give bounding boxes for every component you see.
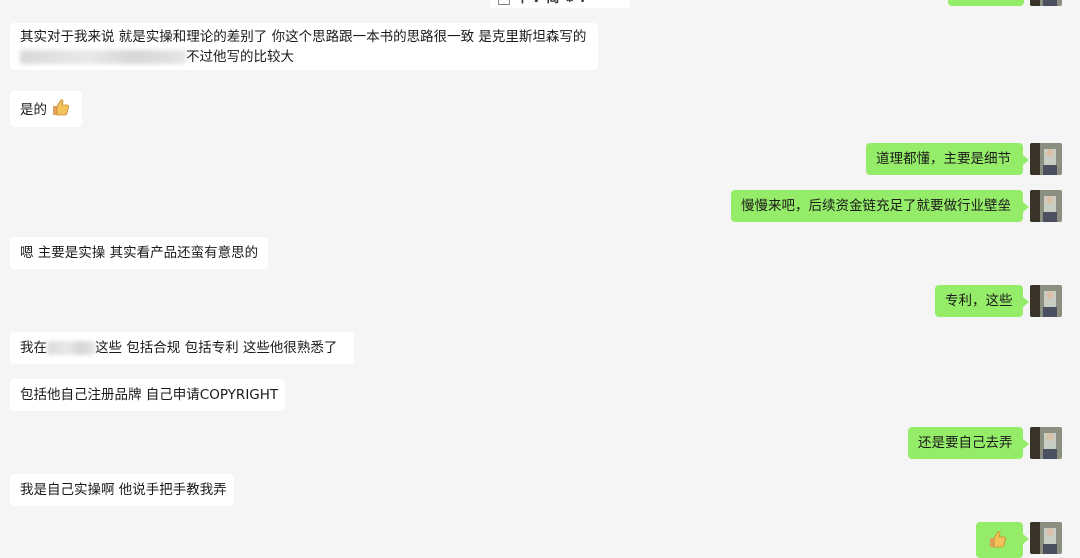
message-text: 嗯 主要是实操 其实看产品还蛮有意思的 <box>20 245 259 261</box>
outgoing-message-bubble[interactable]: 道理都懂，主要是细节 <box>866 143 1029 175</box>
redacted-text <box>47 341 95 355</box>
message-text-line2: 不过他写的比较大 <box>20 47 588 67</box>
avatar[interactable] <box>1030 285 1062 317</box>
message-text: 我是自己实操啊 他说手把手教我弄 <box>20 482 227 498</box>
incoming-message-bubble[interactable]: 是的 <box>10 91 82 127</box>
message-text: 道理都懂，主要是细节 <box>876 151 1011 167</box>
message-text-prefix: 我在 <box>20 340 47 356</box>
incoming-message-bubble[interactable]: 我是自己实操啊 他说手把手教我弄 <box>10 474 234 506</box>
message-text: 是的 <box>20 102 47 118</box>
partial-toolbar-text: 中 ♪ 简 ⚙ : <box>516 0 585 8</box>
user-avatar-icon <box>1030 427 1062 459</box>
redacted-text <box>20 50 186 64</box>
keyboard-icon <box>498 0 510 5</box>
message-text-suffix: 这些 包括合规 包括专利 这些他很熟悉了 <box>95 340 338 356</box>
user-avatar-icon <box>1030 522 1062 554</box>
outgoing-message-bubble[interactable]: 还是要自己去弄 <box>908 427 1029 459</box>
avatar[interactable] <box>1030 427 1062 459</box>
user-avatar-icon <box>1030 285 1062 317</box>
partial-outgoing-bubble <box>948 0 1024 6</box>
incoming-message-bubble[interactable]: 其实对于我来说 就是实操和理论的差别了 你这个思路跟一本书的思路很一致 是克里斯… <box>10 23 598 70</box>
message-text: 其实对于我来说 就是实操和理论的差别了 你这个思路跟一本书的思路很一致 是克里斯… <box>20 29 587 45</box>
avatar[interactable] <box>1030 0 1062 6</box>
user-avatar-icon <box>1030 143 1062 175</box>
user-avatar-icon <box>1030 0 1062 6</box>
avatar[interactable] <box>1030 190 1062 222</box>
outgoing-message-bubble[interactable]: 专利，这些 <box>935 285 1029 317</box>
message-text: 专利，这些 <box>945 293 1013 309</box>
outgoing-message-bubble[interactable]: 慢慢来吧，后续资金链充足了就要做行业壁垒 <box>731 190 1029 222</box>
incoming-message-bubble[interactable]: 包括他自己注册品牌 自己申请COPYRIGHT <box>10 379 285 411</box>
partial-toolbar: 中 ♪ 简 ⚙ : <box>490 0 630 8</box>
message-text-suffix: 不过他写的比较大 <box>186 49 294 65</box>
message-text: 包括他自己注册品牌 自己申请COPYRIGHT <box>20 387 279 403</box>
user-avatar-icon <box>1030 190 1062 222</box>
message-text: 慢慢来吧，后续资金链充足了就要做行业壁垒 <box>741 198 1011 214</box>
outgoing-message-bubble[interactable] <box>976 522 1029 558</box>
chat-area: 中 ♪ 简 ⚙ : 其实对于我来说 就是实操和理论的差别了 你这个思路跟一本书的… <box>0 0 1080 558</box>
thumbs-up-icon <box>988 529 1008 555</box>
incoming-message-bubble[interactable]: 我在 这些 包括合规 包括专利 这些他很熟悉了 <box>10 332 354 364</box>
thumbs-up-icon <box>51 97 71 123</box>
avatar[interactable] <box>1030 143 1062 175</box>
avatar[interactable] <box>1030 522 1062 554</box>
incoming-message-bubble[interactable]: 嗯 主要是实操 其实看产品还蛮有意思的 <box>10 237 268 269</box>
message-text: 还是要自己去弄 <box>918 435 1013 451</box>
